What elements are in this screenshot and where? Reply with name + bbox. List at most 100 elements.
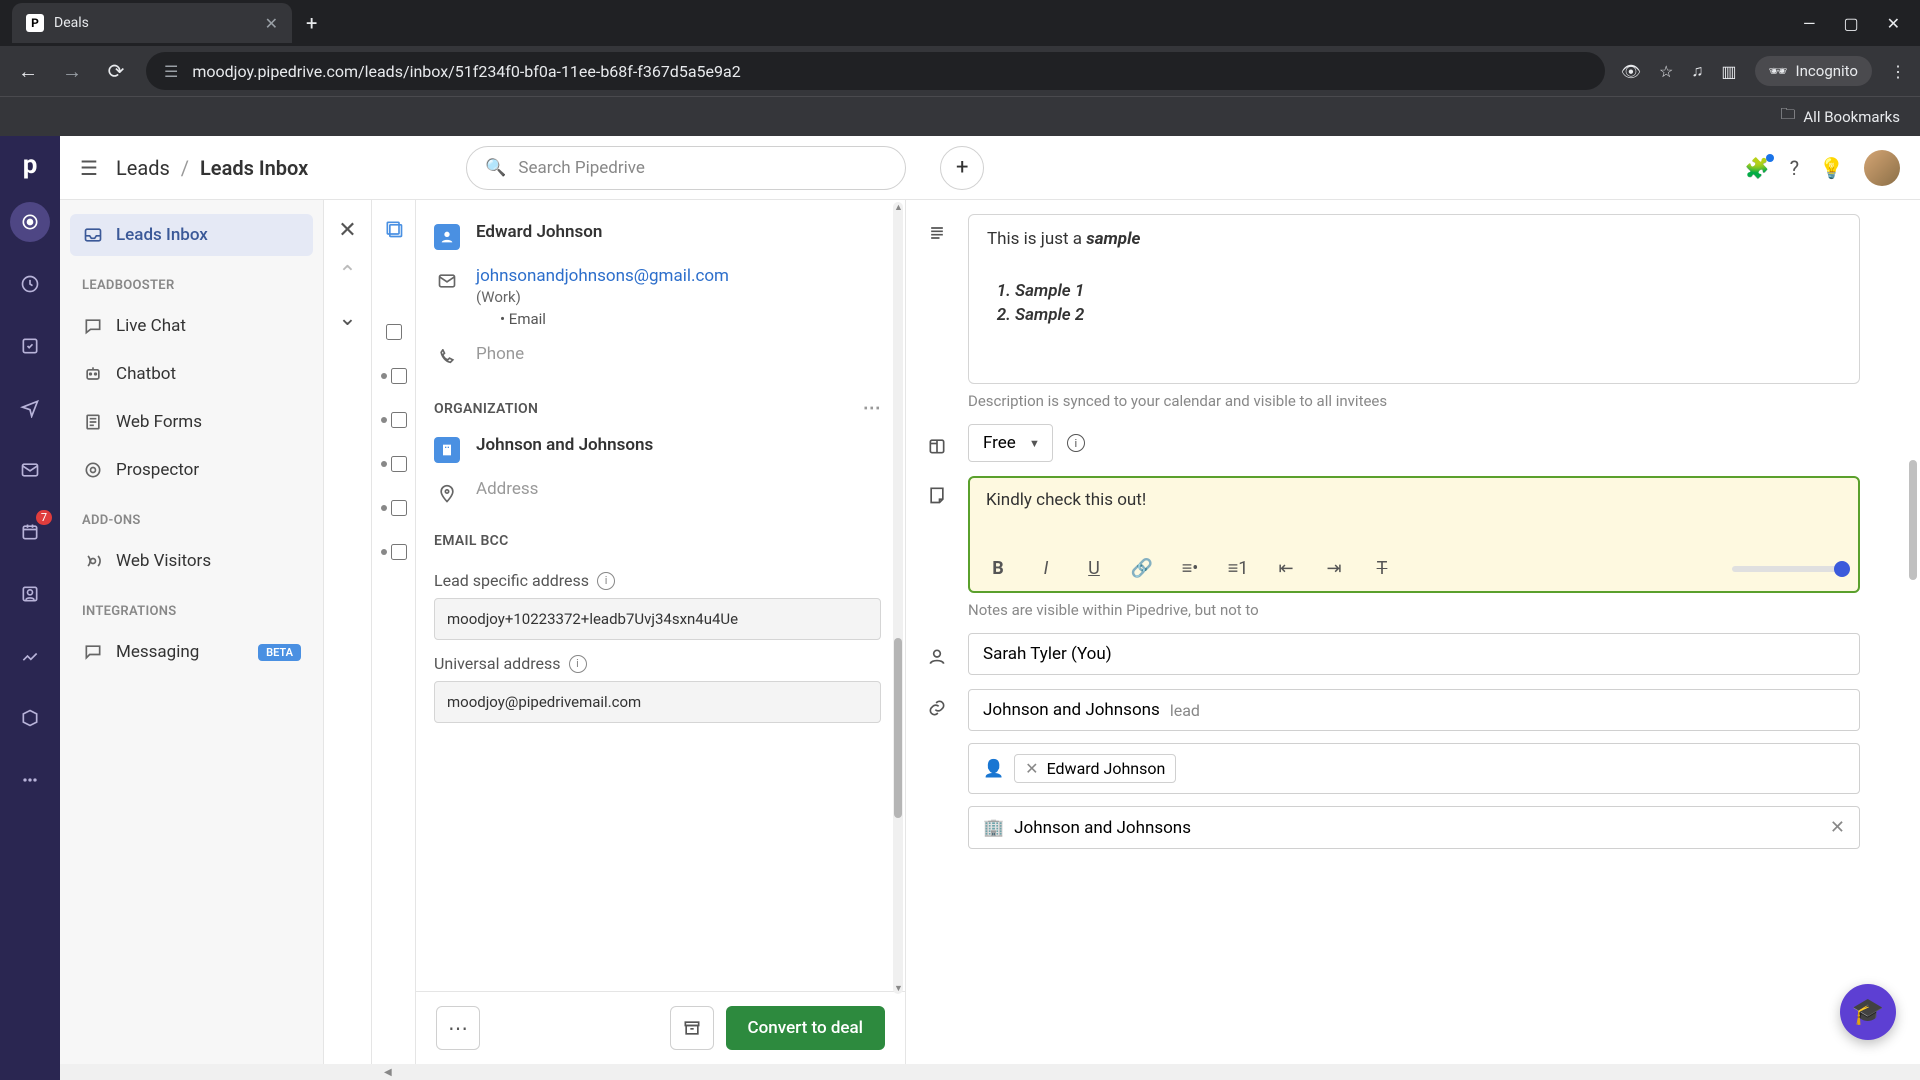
url-bar-row: ← → ⟳ ☰ moodjoy.pipedrive.com/leads/inbo… — [0, 46, 1920, 96]
indent-button[interactable]: ⇥ — [1322, 558, 1346, 579]
lead-checkbox[interactable] — [381, 398, 407, 442]
owner-select[interactable]: Sarah Tyler (You) — [968, 633, 1860, 675]
note-editor[interactable]: Kindly check this out! B I U 🔗 ≡• ≡1 ⇤ ⇥ — [968, 476, 1860, 593]
note-text[interactable]: Kindly check this out! — [970, 478, 1858, 550]
scroll-left-icon[interactable]: ◀ — [384, 1067, 392, 1078]
sidebar-toggle-icon[interactable]: ☰ — [80, 156, 98, 180]
phone-placeholder[interactable]: Phone — [476, 344, 524, 364]
breadcrumb-root[interactable]: Leads — [116, 156, 170, 180]
org-menu-icon[interactable]: ⋯ — [863, 398, 881, 419]
bottom-scrollbar[interactable]: ◀ — [60, 1064, 1920, 1080]
sidebar-item-webforms[interactable]: Web Forms — [70, 401, 313, 443]
forward-button[interactable]: → — [58, 59, 86, 84]
description-editor[interactable]: This is just a sample Sample 1 Sample 2 — [968, 214, 1860, 384]
lead-checkbox[interactable] — [381, 486, 407, 530]
site-settings-icon[interactable]: ☰ — [164, 62, 178, 81]
search-placeholder: Search Pipedrive — [518, 158, 644, 178]
nav-insights-icon[interactable] — [10, 636, 50, 676]
contact-name[interactable]: Edward Johnson — [476, 222, 602, 242]
scroll-up-icon[interactable]: ▲ — [894, 202, 902, 213]
sidebar-item-livechat[interactable]: Live Chat — [70, 305, 313, 347]
url-bar[interactable]: ☰ moodjoy.pipedrive.com/leads/inbox/51f2… — [146, 52, 1605, 90]
scroll-down-icon[interactable]: ▼ — [894, 983, 902, 994]
linked-deal-box[interactable]: Johnson and Johnsons lead — [968, 689, 1860, 731]
browser-tab[interactable]: P Deals ✕ — [12, 3, 292, 43]
outdent-button[interactable]: ⇤ — [1274, 558, 1298, 579]
person-chip[interactable]: ✕ Edward Johnson — [1014, 754, 1176, 783]
number-list-button[interactable]: ≡1 — [1226, 558, 1250, 579]
nav-products-icon[interactable] — [10, 698, 50, 738]
linked-org-box[interactable]: 🏢 Johnson and Johnsons ✕ — [968, 806, 1860, 849]
address-placeholder[interactable]: Address — [476, 479, 538, 499]
tips-icon[interactable]: 💡 — [1819, 156, 1844, 180]
lead-checkbox[interactable] — [381, 354, 407, 398]
remove-chip-icon[interactable]: ✕ — [1025, 759, 1038, 778]
scrollbar-thumb[interactable] — [894, 638, 902, 818]
browser-menu-icon[interactable]: ⋮ — [1890, 62, 1906, 81]
back-button[interactable]: ← — [14, 59, 42, 84]
scrollbar-thumb[interactable] — [1909, 460, 1917, 580]
linked-person-box[interactable]: 👤 ✕ Edward Johnson — [968, 743, 1860, 794]
nav-mail-icon[interactable] — [10, 450, 50, 490]
universal-address-input[interactable] — [434, 681, 881, 723]
link-button[interactable]: 🔗 — [1130, 558, 1154, 579]
lead-checkbox[interactable] — [386, 310, 402, 354]
nav-projects-icon[interactable] — [10, 326, 50, 366]
lead-checkbox[interactable] — [381, 442, 407, 486]
bold-button[interactable]: B — [986, 558, 1010, 579]
nav-activities-icon[interactable]: 7 — [10, 512, 50, 552]
more-actions-button[interactable]: ⋯ — [436, 1006, 480, 1050]
nav-contacts-icon[interactable] — [10, 574, 50, 614]
eye-off-icon[interactable]: 👁 — [1621, 62, 1641, 81]
minimize-icon[interactable]: — — [1803, 14, 1816, 33]
right-scrollbar[interactable] — [1908, 202, 1918, 1062]
sidebar-item-prospector[interactable]: Prospector — [70, 449, 313, 491]
lead-address-input[interactable] — [434, 598, 881, 640]
nav-deals-icon[interactable] — [10, 264, 50, 304]
note-size-gauge[interactable] — [1732, 566, 1842, 572]
all-bookmarks-link[interactable]: All Bookmarks — [1803, 108, 1900, 126]
reload-button[interactable]: ⟳ — [102, 59, 130, 83]
new-tab-button[interactable]: + — [306, 11, 317, 35]
add-button[interactable]: + — [940, 146, 984, 190]
maximize-icon[interactable]: ▢ — [1843, 14, 1858, 33]
extensions-icon[interactable]: 🧩 — [1745, 156, 1770, 180]
underline-button[interactable]: U — [1082, 558, 1106, 579]
info-icon[interactable]: i — [569, 655, 587, 673]
archive-button[interactable] — [670, 1006, 714, 1050]
bookmark-star-icon[interactable]: ☆ — [1659, 62, 1673, 81]
clear-org-icon[interactable]: ✕ — [1830, 817, 1845, 838]
avatar[interactable] — [1864, 150, 1900, 186]
lead-checkbox[interactable] — [381, 530, 407, 574]
info-icon[interactable]: i — [1067, 434, 1085, 452]
info-icon[interactable]: i — [597, 572, 615, 590]
contact-email[interactable]: johnsonandjohnsons@gmail.com — [476, 266, 729, 286]
availability-select[interactable]: Free — [968, 424, 1053, 462]
media-icon[interactable]: ♫ — [1691, 61, 1703, 81]
prev-lead-icon[interactable]: ⌃ — [330, 256, 366, 292]
sidebar-item-messaging[interactable]: Messaging BETA — [70, 631, 313, 673]
next-lead-icon[interactable]: ⌄ — [330, 300, 366, 336]
nav-more-icon[interactable] — [10, 760, 50, 800]
clear-format-button[interactable]: T — [1370, 558, 1394, 579]
close-window-icon[interactable]: ✕ — [1887, 14, 1900, 33]
italic-button[interactable]: I — [1034, 558, 1058, 579]
help-icon[interactable]: ? — [1790, 156, 1799, 180]
gauge-handle-icon[interactable] — [1834, 561, 1850, 577]
nav-campaigns-icon[interactable] — [10, 388, 50, 428]
close-detail-icon[interactable]: ✕ — [330, 212, 366, 248]
search-input[interactable]: 🔍 Search Pipedrive — [466, 146, 906, 190]
close-tab-icon[interactable]: ✕ — [265, 14, 278, 33]
sidebar-item-inbox[interactable]: Leads Inbox — [70, 214, 313, 256]
convert-to-deal-button[interactable]: Convert to deal — [726, 1006, 885, 1050]
sidebar-item-chatbot[interactable]: Chatbot — [70, 353, 313, 395]
nav-leads-icon[interactable] — [10, 202, 50, 242]
app-logo[interactable]: p — [15, 150, 45, 180]
incognito-icon: 🕶 — [1769, 62, 1788, 80]
academy-fab[interactable]: 🎓 — [1840, 984, 1896, 1040]
detail-scrollbar[interactable]: ▲ ▼ — [893, 202, 903, 994]
org-name[interactable]: Johnson and Johnsons — [476, 435, 653, 455]
bullet-list-button[interactable]: ≡• — [1178, 558, 1202, 579]
side-panel-icon[interactable]: ▥ — [1721, 62, 1736, 81]
sidebar-item-webvisitors[interactable]: Web Visitors — [70, 540, 313, 582]
